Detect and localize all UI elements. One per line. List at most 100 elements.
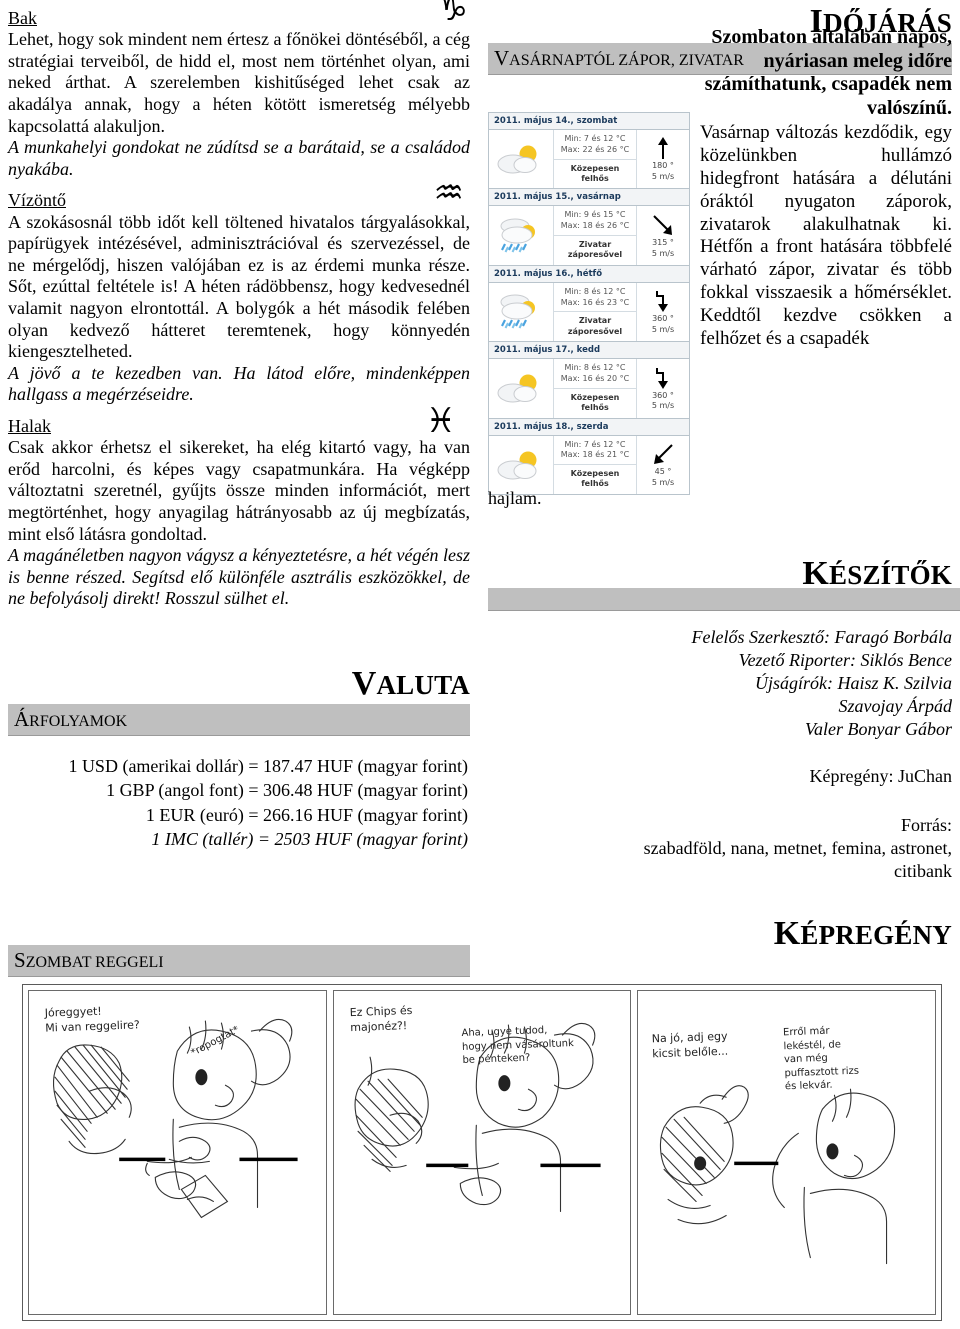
forecast-condition: Zivatar záporesővel bbox=[567, 239, 623, 260]
wind-arrow-up-icon bbox=[652, 135, 674, 161]
forecast-wind: 45 ° 5 m/s bbox=[637, 436, 689, 494]
comic-panels: Jóreggyet! Mi van reggelire? *ropogtat* bbox=[28, 990, 937, 1315]
capricorn-icon: ♑ bbox=[437, 0, 468, 29]
wind-arrow-down-left-icon bbox=[650, 441, 676, 467]
wind-direction: 360 ° bbox=[652, 314, 674, 324]
forecast-temp-block: Min: 8 és 12 °C Max: 16 és 23 °C bbox=[554, 283, 636, 313]
forecast-wind: 180 ° 5 m/s bbox=[637, 130, 689, 188]
sign-name: Vízöntő bbox=[8, 190, 66, 211]
keszitok-title: KÉSZÍTŐK bbox=[488, 556, 952, 592]
credits-list: Felelős Szerkesztő: Faragó Borbála Vezet… bbox=[488, 626, 952, 883]
comic-panel-3: Na jó, adj egy kicsit belőle... Erről má… bbox=[637, 990, 937, 1315]
szombat-reggeli-rest: ZOMBAT REGGELI bbox=[25, 954, 164, 971]
wind-speed: 5 m/s bbox=[651, 477, 675, 487]
sign-body: A szokásosnál több időt kell töltened hi… bbox=[8, 211, 470, 362]
wind-direction: 315 ° bbox=[652, 237, 674, 247]
forras-label: Forrás: bbox=[901, 814, 952, 835]
wind-direction: 45 ° bbox=[654, 466, 672, 476]
forecast-date: 2011. május 14., szombat bbox=[489, 112, 689, 130]
sign-body: Csak akkor érhetsz el sikereket, ha elég… bbox=[8, 437, 470, 544]
forecast-row: Min: 9 és 15 °C Max: 18 és 26 °C Zivatar… bbox=[489, 206, 689, 265]
valuta-title-rest: ALUTA bbox=[376, 670, 470, 700]
horoscope-sign-vizonto: ♒ Vízöntő A szokásosnál több időt kell t… bbox=[8, 176, 470, 406]
kepregeny-section: KÉPREGÉNY bbox=[488, 916, 952, 952]
wind-speed: 5 m/s bbox=[651, 248, 675, 258]
credit-line: Felelős Szerkesztő: Faragó Borbála bbox=[691, 626, 952, 647]
forecast-row: Min: 8 és 12 °C Max: 16 és 23 °C Zivatar… bbox=[489, 282, 689, 342]
wind-direction: 180 ° bbox=[652, 161, 674, 171]
forecast-wind: 315 ° 5 m/s bbox=[637, 206, 689, 264]
arfolyamok-cap: Á bbox=[14, 706, 30, 731]
kepregeny-title-cap: K bbox=[773, 915, 801, 952]
forecast-condition: Közepesen felhős bbox=[570, 469, 620, 489]
forecast-temps: Min: 8 és 12 °C Max: 16 és 20 °C Közepes… bbox=[554, 359, 637, 418]
forecast-max: Max: 16 és 20 °C bbox=[560, 373, 630, 383]
forecast-temps: Min: 8 és 12 °C Max: 16 és 23 °C Zivatar… bbox=[554, 282, 637, 342]
sign-italic: A munkahelyi gondokat ne zúdítsd se a ba… bbox=[8, 137, 470, 179]
comic-panel-2: Ez Chips és majonéz?! Aha, ugye tudod, h… bbox=[332, 990, 632, 1315]
forecast-date: 2011. május 16., hétfő bbox=[489, 264, 689, 283]
arfolyamok-rest: RFOLYAMOK bbox=[29, 712, 128, 730]
forecast-temps: Min: 7 és 12 °C Max: 22 és 26 °C Közepes… bbox=[554, 130, 637, 189]
valuta-title: VALUTA bbox=[8, 666, 470, 702]
rate-row-imc: 1 IMC (tallér) = 2503 HUF (magyar forint… bbox=[151, 828, 468, 849]
forecast-condition: Zivatar záporesővel bbox=[567, 316, 623, 336]
wind-speed: 5 m/s bbox=[651, 324, 675, 334]
sun-behind-cloud-icon bbox=[489, 359, 554, 418]
kepregeny-title-rest: ÉPREGÉNY bbox=[800, 920, 952, 950]
wind-direction: 360 ° bbox=[652, 390, 674, 400]
forecast-row: Min: 7 és 12 °C Max: 22 és 26 °C Közepes… bbox=[489, 130, 689, 189]
credit-line: Valer Bonyar Gábor bbox=[805, 718, 952, 739]
weather-body-tail: hajlam. bbox=[488, 488, 542, 508]
forecast-min: Min: 7 és 12 °C bbox=[564, 134, 626, 143]
wind-arrow-down-icon bbox=[652, 365, 674, 391]
forecast-temps: Min: 9 és 15 °C Max: 18 és 26 °C Zivatar… bbox=[554, 206, 637, 265]
kepregeny-title: KÉPREGÉNY bbox=[488, 916, 952, 952]
sign-name: Halak bbox=[8, 415, 51, 436]
forecast-temps: Min: 7 és 12 °C Max: 18 és 21 °C Közepes… bbox=[554, 435, 637, 494]
forras-line-1: szabadföld, nana, metnet, femina, astron… bbox=[643, 837, 952, 858]
wind-speed: 5 m/s bbox=[651, 172, 675, 182]
credit-line: Vezető Riporter: Siklós Bence bbox=[738, 649, 952, 670]
sign-italic: A magánéletben nagyon vágysz a kényeztet… bbox=[8, 545, 470, 609]
currency-rates-list: 1 USD (amerikai dollár) = 187.47 HUF (ma… bbox=[8, 754, 470, 851]
forecast-row: Min: 8 és 12 °C Max: 16 és 20 °C Közepes… bbox=[489, 359, 689, 418]
keszitok-section: KÉSZÍTŐK Felelős Szerkesztő: Faragó Borb… bbox=[488, 556, 952, 883]
keszitok-title-cap: K bbox=[802, 555, 830, 592]
wind-arrow-down-icon bbox=[652, 288, 674, 314]
wind-arrow-down-right-icon bbox=[650, 212, 676, 238]
forecast-date: 2011. május 15., vasárnap bbox=[489, 188, 689, 207]
forecast-min: Min: 8 és 12 °C bbox=[564, 286, 626, 296]
forecast-temp-block: Min: 7 és 12 °C Max: 22 és 26 °C bbox=[554, 130, 636, 160]
rate-row: 1 GBP (angol font) = 306.48 HUF (magyar … bbox=[106, 780, 468, 801]
forecast-temp-block: Min: 8 és 12 °C Max: 16 és 20 °C bbox=[554, 359, 636, 389]
szombat-reggeli-section: SZOMBAT REGGELI bbox=[8, 945, 470, 978]
valuta-title-cap: V bbox=[351, 665, 377, 702]
wind-speed: 5 m/s bbox=[651, 401, 675, 411]
sun-behind-cloud-icon bbox=[489, 435, 554, 494]
rate-row: 1 EUR (euró) = 266.16 HUF (magyar forint… bbox=[145, 804, 468, 825]
pisces-icon: ♓ bbox=[425, 400, 456, 441]
credit-line: Újságírók: Haisz K. Szilvia bbox=[754, 672, 952, 693]
forecast-condition: Közepesen felhős bbox=[570, 163, 620, 183]
sign-name: Bak bbox=[8, 8, 37, 28]
forecast-row: Min: 7 és 12 °C Max: 18 és 21 °C Közepes… bbox=[489, 435, 689, 494]
forecast-wind: 360 ° 5 m/s bbox=[637, 359, 689, 417]
weather-body: Vasárnap változás kezdődik, egy közelünk… bbox=[700, 122, 952, 349]
horoscope-sign-halak: ♓ Halak Csak akkor érhetsz el sikereket,… bbox=[8, 404, 470, 610]
weather-text-column: Szombaton általában napos, nyáriasan mel… bbox=[700, 8, 952, 350]
sign-body: Lehet, hogy sok mindent nem értesz a főn… bbox=[8, 29, 470, 136]
comic-strip: Jóreggyet! Mi van reggelire? *ropogtat* bbox=[22, 984, 942, 1321]
forecast-min: Min: 8 és 12 °C bbox=[564, 363, 626, 373]
forras-line-2: citibank bbox=[894, 860, 952, 881]
newspaper-page: ♑ Bak Lehet, hogy sok mindent nem értesz… bbox=[0, 0, 960, 1329]
forecast-table: 2011. május 14., szombat Min: 7 és 12 °C… bbox=[488, 112, 690, 495]
szombat-reggeli-cap: S bbox=[14, 948, 26, 972]
sign-italic: A jövő a te kezedben van. Ha látod előre… bbox=[8, 362, 470, 405]
forecast-condition: Közepesen felhős bbox=[570, 392, 620, 413]
credit-line: Szavojay Árpád bbox=[838, 695, 952, 716]
rain-shower-icon bbox=[489, 206, 554, 265]
sun-behind-cloud-icon bbox=[489, 130, 554, 189]
comic-panel-1: Jóreggyet! Mi van reggelire? *ropogtat* bbox=[28, 990, 327, 1315]
rain-shower-icon bbox=[489, 282, 554, 342]
